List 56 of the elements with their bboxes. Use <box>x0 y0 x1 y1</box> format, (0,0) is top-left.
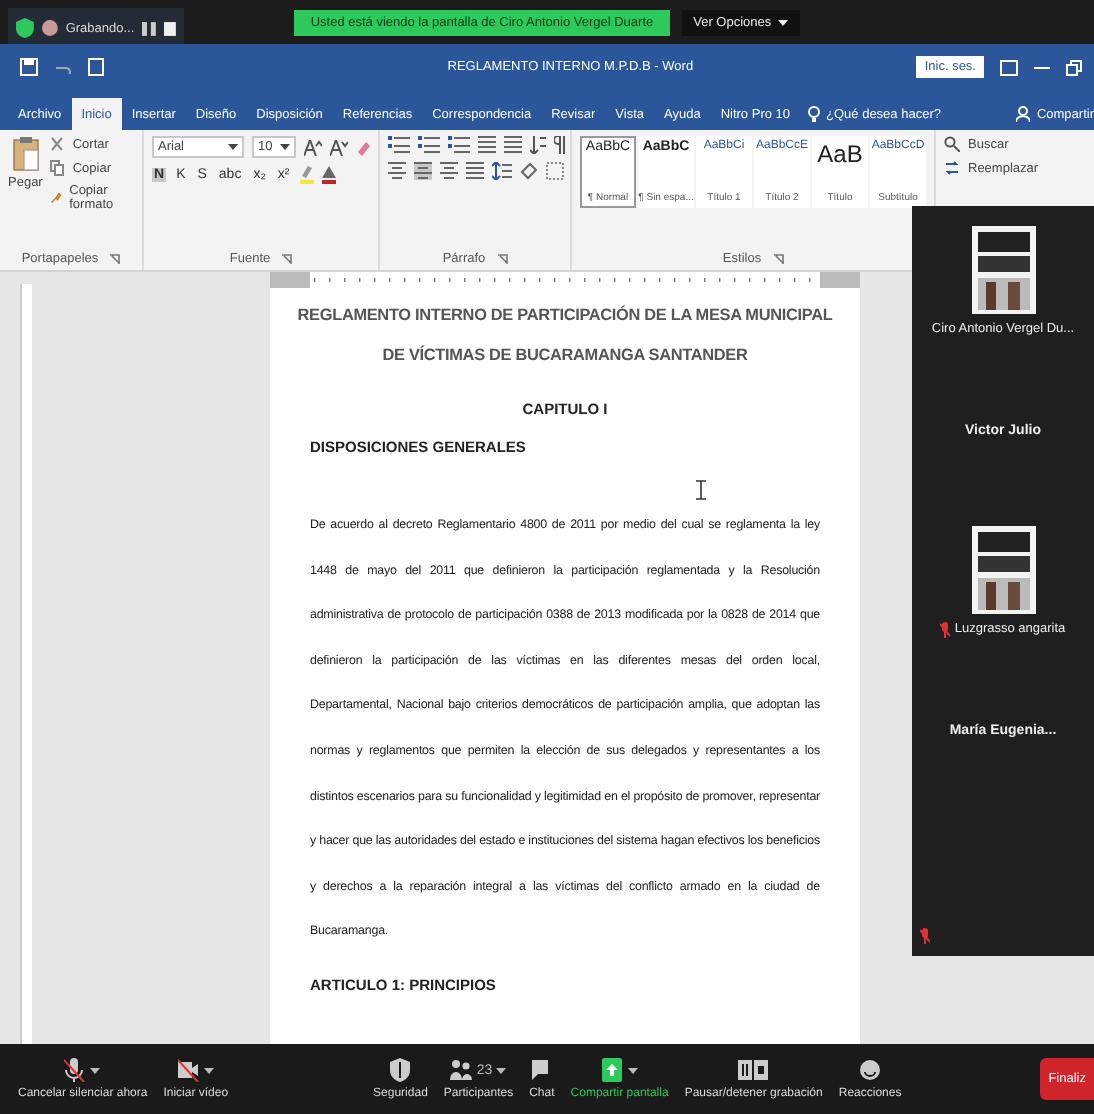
font-color-icon[interactable] <box>321 166 336 184</box>
restore-icon[interactable] <box>1066 59 1082 75</box>
pause-icon[interactable] <box>142 21 157 35</box>
dialog-launcher-icon[interactable] <box>497 253 508 263</box>
smiley-icon <box>859 1058 882 1082</box>
caret-icon[interactable] <box>627 1067 638 1073</box>
multilevel-list-icon[interactable] <box>448 136 470 154</box>
grow-font-icon[interactable] <box>304 139 322 155</box>
numbering-icon[interactable] <box>418 136 440 154</box>
people-icon <box>450 1058 473 1082</box>
chat-bubble-icon <box>530 1058 553 1082</box>
justify-icon[interactable] <box>466 162 484 180</box>
decrease-indent-icon[interactable] <box>478 136 496 154</box>
lightbulb-icon <box>808 105 821 123</box>
copy-icon <box>50 160 65 176</box>
caret-icon[interactable] <box>90 1067 101 1073</box>
dialog-launcher-icon[interactable] <box>773 253 784 263</box>
pilcrow-icon[interactable] <box>554 136 566 154</box>
person-icon <box>1016 106 1031 122</box>
text-cursor-icon <box>696 480 706 500</box>
stop-icon[interactable] <box>164 21 176 35</box>
dialog-launcher-icon[interactable] <box>282 253 293 263</box>
align-left-icon[interactable] <box>388 162 406 180</box>
shield-icon <box>389 1058 412 1082</box>
ribbon-display-icon[interactable] <box>1000 59 1018 75</box>
align-right-icon[interactable] <box>440 162 458 180</box>
caret-icon[interactable] <box>280 144 290 150</box>
bullets-icon[interactable] <box>388 136 410 154</box>
document-icon[interactable] <box>88 58 104 76</box>
share-screen-icon <box>601 1058 624 1082</box>
eraser-icon[interactable] <box>356 139 370 155</box>
line-spacing-icon[interactable] <box>492 162 512 180</box>
format-painter-icon <box>50 190 62 206</box>
pause-stop-icon <box>738 1058 769 1082</box>
dialog-launcher-icon[interactable] <box>110 253 121 263</box>
caret-icon[interactable] <box>203 1067 214 1073</box>
document-title: REGLAMENTO INTERNO DE PARTICIPACIÓN DE LA MESA MUNICIPAL DE VÍCTIMAS DE BUCARAMANGA SANTANDER <box>295 303 835 368</box>
shrink-font-icon[interactable] <box>330 139 348 155</box>
scissors-icon <box>50 136 65 152</box>
caret-icon[interactable] <box>228 144 238 150</box>
sort-icon[interactable] <box>530 136 546 154</box>
clipboard-icon <box>11 136 40 172</box>
shading-icon[interactable] <box>520 162 538 180</box>
highlight-icon[interactable] <box>299 166 314 184</box>
muted-mic-icon <box>64 1058 87 1082</box>
caret-icon[interactable] <box>496 1067 507 1073</box>
replace-icon <box>944 160 960 176</box>
search-icon <box>944 136 960 152</box>
increase-indent-icon[interactable] <box>504 136 522 154</box>
shield-icon <box>16 18 34 38</box>
record-icon <box>41 20 58 36</box>
video-off-icon <box>177 1058 200 1082</box>
align-center-icon[interactable] <box>414 162 432 180</box>
save-icon[interactable] <box>20 58 38 76</box>
borders-icon[interactable] <box>546 162 564 180</box>
caret-icon[interactable] <box>777 19 788 25</box>
